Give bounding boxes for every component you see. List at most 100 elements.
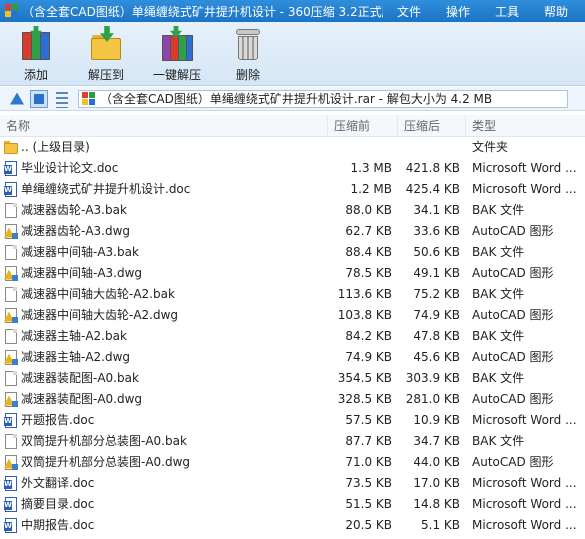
word-document-icon: W xyxy=(4,412,18,429)
table-row[interactable]: 减速器中间轴大齿轮-A2.dwg 103.8 KB 74.9 KB AutoCAD 图… xyxy=(0,305,585,326)
add-button[interactable]: 添加 xyxy=(18,26,54,84)
file-name-cell: 减速器中间轴大齿轮-A2.dwg xyxy=(0,305,328,326)
table-row[interactable]: 减速器装配图-A0.bak 354.5 KB 303.9 KB BAK 文件 xyxy=(0,368,585,389)
menu-help[interactable]: 帮助 xyxy=(536,3,585,20)
file-type: Microsoft Word ... xyxy=(472,182,577,196)
file-name: 外文翻译.doc xyxy=(21,476,95,490)
column-type[interactable]: 类型 xyxy=(466,115,585,137)
file-compressed-size: 34.7 KB xyxy=(413,434,460,448)
file-type: BAK 文件 xyxy=(472,434,525,448)
table-row[interactable]: W 单绳缠绕式矿井提升机设计.doc 1.2 MB 425.4 KB Microsoft… xyxy=(0,179,585,200)
file-packed-size: 88.0 KB xyxy=(345,203,392,217)
file-type: AutoCAD 图形 xyxy=(472,266,554,280)
file-compressed-size: 17.0 KB xyxy=(413,476,460,490)
file-type: BAK 文件 xyxy=(472,245,525,259)
word-document-icon: W xyxy=(4,517,18,534)
file-name-cell: 减速器装配图-A0.dwg xyxy=(0,389,328,410)
table-row[interactable]: 减速器齿轮-A3.bak 88.0 KB 34.1 KB BAK 文件 xyxy=(0,200,585,221)
file-packed-size: 62.7 KB xyxy=(345,224,392,238)
autocad-file-icon xyxy=(4,307,18,324)
blank-file-icon xyxy=(4,433,18,450)
file-type: BAK 文件 xyxy=(472,329,525,343)
table-row[interactable]: 减速器齿轮-A3.dwg 62.7 KB 33.6 KB AutoCAD 图形 xyxy=(0,221,585,242)
file-compressed-size: 74.9 KB xyxy=(413,308,460,322)
one-click-extract-button[interactable]: 一键解压 xyxy=(153,26,201,84)
file-name: 单绳缠绕式矿井提升机设计.doc xyxy=(21,182,191,196)
table-row[interactable]: 减速器中间轴-A3.bak 88.4 KB 50.6 KB BAK 文件 xyxy=(0,242,585,263)
table-row[interactable]: W 中期报告.doc 20.5 KB 5.1 KB Microsoft Word ... xyxy=(0,515,585,536)
file-type: AutoCAD 图形 xyxy=(472,350,554,364)
file-compressed-size: 303.9 KB xyxy=(405,371,460,385)
list-view-icon[interactable] xyxy=(52,89,70,108)
autocad-file-icon xyxy=(4,349,18,366)
table-row[interactable]: 减速器主轴-A2.dwg 74.9 KB 45.6 KB AutoCAD 图形 xyxy=(0,347,585,368)
table-row[interactable]: W 摘要目录.doc 51.5 KB 14.8 KB Microsoft Word ..… xyxy=(0,494,585,515)
app-logo-icon xyxy=(5,4,18,18)
file-type: BAK 文件 xyxy=(472,203,525,217)
column-name[interactable]: 名称 xyxy=(0,114,328,137)
menu-file[interactable]: 文件 xyxy=(389,3,438,20)
file-name: 减速器中间轴大齿轮-A2.dwg xyxy=(21,308,179,322)
file-packed-size: 1.2 MB xyxy=(350,182,392,196)
file-name: 减速器主轴-A2.dwg xyxy=(21,350,131,364)
table-row[interactable]: .. (上级目录) 文件夹 xyxy=(0,137,585,158)
table-row[interactable]: 减速器中间轴-A3.dwg 78.5 KB 49.1 KB AutoCAD 图形 xyxy=(0,263,585,284)
delete-button[interactable]: 删除 xyxy=(230,26,266,84)
file-name: 减速器齿轮-A3.dwg xyxy=(21,224,131,238)
table-row[interactable]: W 毕业设计论文.doc 1.3 MB 421.8 KB Microsoft Word … xyxy=(0,158,585,179)
blank-file-icon xyxy=(4,202,18,219)
table-row[interactable]: 双筒提升机部分总装图-A0.dwg 71.0 KB 44.0 KB AutoCAD 图… xyxy=(0,452,585,473)
column-size[interactable]: 压缩后 xyxy=(398,114,466,137)
file-name: 减速器主轴-A2.bak xyxy=(21,329,127,343)
delete-button-label: 删除 xyxy=(235,68,260,82)
file-compressed-size: 5.1 KB xyxy=(421,518,460,532)
file-name-cell: 减速器中间轴-A3.dwg xyxy=(0,263,328,284)
table-row[interactable]: 减速器主轴-A2.bak 84.2 KB 47.8 KB BAK 文件 xyxy=(0,326,585,347)
file-name-cell: 减速器中间轴-A3.bak xyxy=(0,242,328,263)
table-row[interactable]: W 开题报告.doc 57.5 KB 10.9 KB Microsoft Word ..… xyxy=(0,410,585,431)
file-packed-size: 1.3 MB xyxy=(350,161,392,175)
file-type: 文件夹 xyxy=(472,140,509,154)
table-row[interactable]: 减速器装配图-A0.dwg 328.5 KB 281.0 KB AutoCAD 图形 xyxy=(0,389,585,410)
file-packed-size: 354.5 KB xyxy=(337,371,392,385)
menu-tools[interactable]: 工具 xyxy=(487,3,536,20)
up-arrow-icon[interactable] xyxy=(8,90,26,108)
add-button-label: 添加 xyxy=(23,68,48,82)
word-document-icon: W xyxy=(4,160,18,177)
file-packed-size: 51.5 KB xyxy=(345,497,392,511)
file-type: AutoCAD 图形 xyxy=(472,308,554,322)
file-type: Microsoft Word ... xyxy=(472,518,577,532)
table-row[interactable]: 减速器中间轴大齿轮-A2.bak 113.6 KB 75.2 KB BAK 文件 xyxy=(0,284,585,305)
address-field[interactable]: （含全套CAD图纸）单绳缠绕式矿井提升机设计.rar - 解包大小为 4.2 M… xyxy=(78,89,568,108)
file-compressed-size: 281.0 KB xyxy=(405,392,460,406)
trash-icon xyxy=(230,26,266,62)
file-compressed-size: 75.2 KB xyxy=(413,287,460,301)
file-name-cell: W 中期报告.doc xyxy=(0,515,328,536)
file-name-cell: 减速器齿轮-A3.dwg xyxy=(0,221,328,242)
detail-view-icon[interactable] xyxy=(30,89,48,108)
add-books-icon xyxy=(18,26,54,62)
file-compressed-size xyxy=(398,137,466,158)
table-row[interactable]: 双筒提升机部分总装图-A0.bak 87.7 KB 34.7 KB BAK 文件 xyxy=(0,431,585,452)
file-name: 减速器装配图-A0.bak xyxy=(21,371,139,385)
one-click-extract-button-label: 一键解压 xyxy=(153,68,202,82)
file-name-cell: 减速器主轴-A2.bak xyxy=(0,326,328,347)
column-packed[interactable]: 压缩前 xyxy=(328,114,398,137)
file-name-cell: W 毕业设计论文.doc xyxy=(0,158,328,179)
table-row[interactable]: W 外文翻译.doc 73.5 KB 17.0 KB Microsoft Word ..… xyxy=(0,473,585,494)
extract-to-button[interactable]: 解压到 xyxy=(88,26,124,84)
file-compressed-size: 10.9 KB xyxy=(413,413,460,427)
file-name-cell: 减速器装配图-A0.bak xyxy=(0,368,328,389)
extract-folder-icon xyxy=(88,26,124,62)
file-name: 双筒提升机部分总装图-A0.dwg xyxy=(21,455,191,469)
menu-operate[interactable]: 操作 xyxy=(438,3,487,20)
window-title: （含全套CAD图纸）单绳缠绕式矿井提升机设计 - 360压缩 3.2正式版 xyxy=(22,4,383,19)
file-packed-size: 103.8 KB xyxy=(337,308,392,322)
file-packed-size: 87.7 KB xyxy=(345,434,392,448)
file-name: 减速器装配图-A0.dwg xyxy=(21,392,143,406)
file-compressed-size: 44.0 KB xyxy=(413,455,460,469)
file-name-cell: W 开题报告.doc xyxy=(0,410,328,431)
address-path: （含全套CAD图纸）单绳缠绕式矿井提升机设计.rar - 解包大小为 4.2 M… xyxy=(100,92,493,106)
file-list: .. (上级目录) 文件夹 W 毕业设计论文.doc 1.3 MB 421.8 KB Mic… xyxy=(0,137,585,536)
file-type: Microsoft Word ... xyxy=(472,161,577,175)
